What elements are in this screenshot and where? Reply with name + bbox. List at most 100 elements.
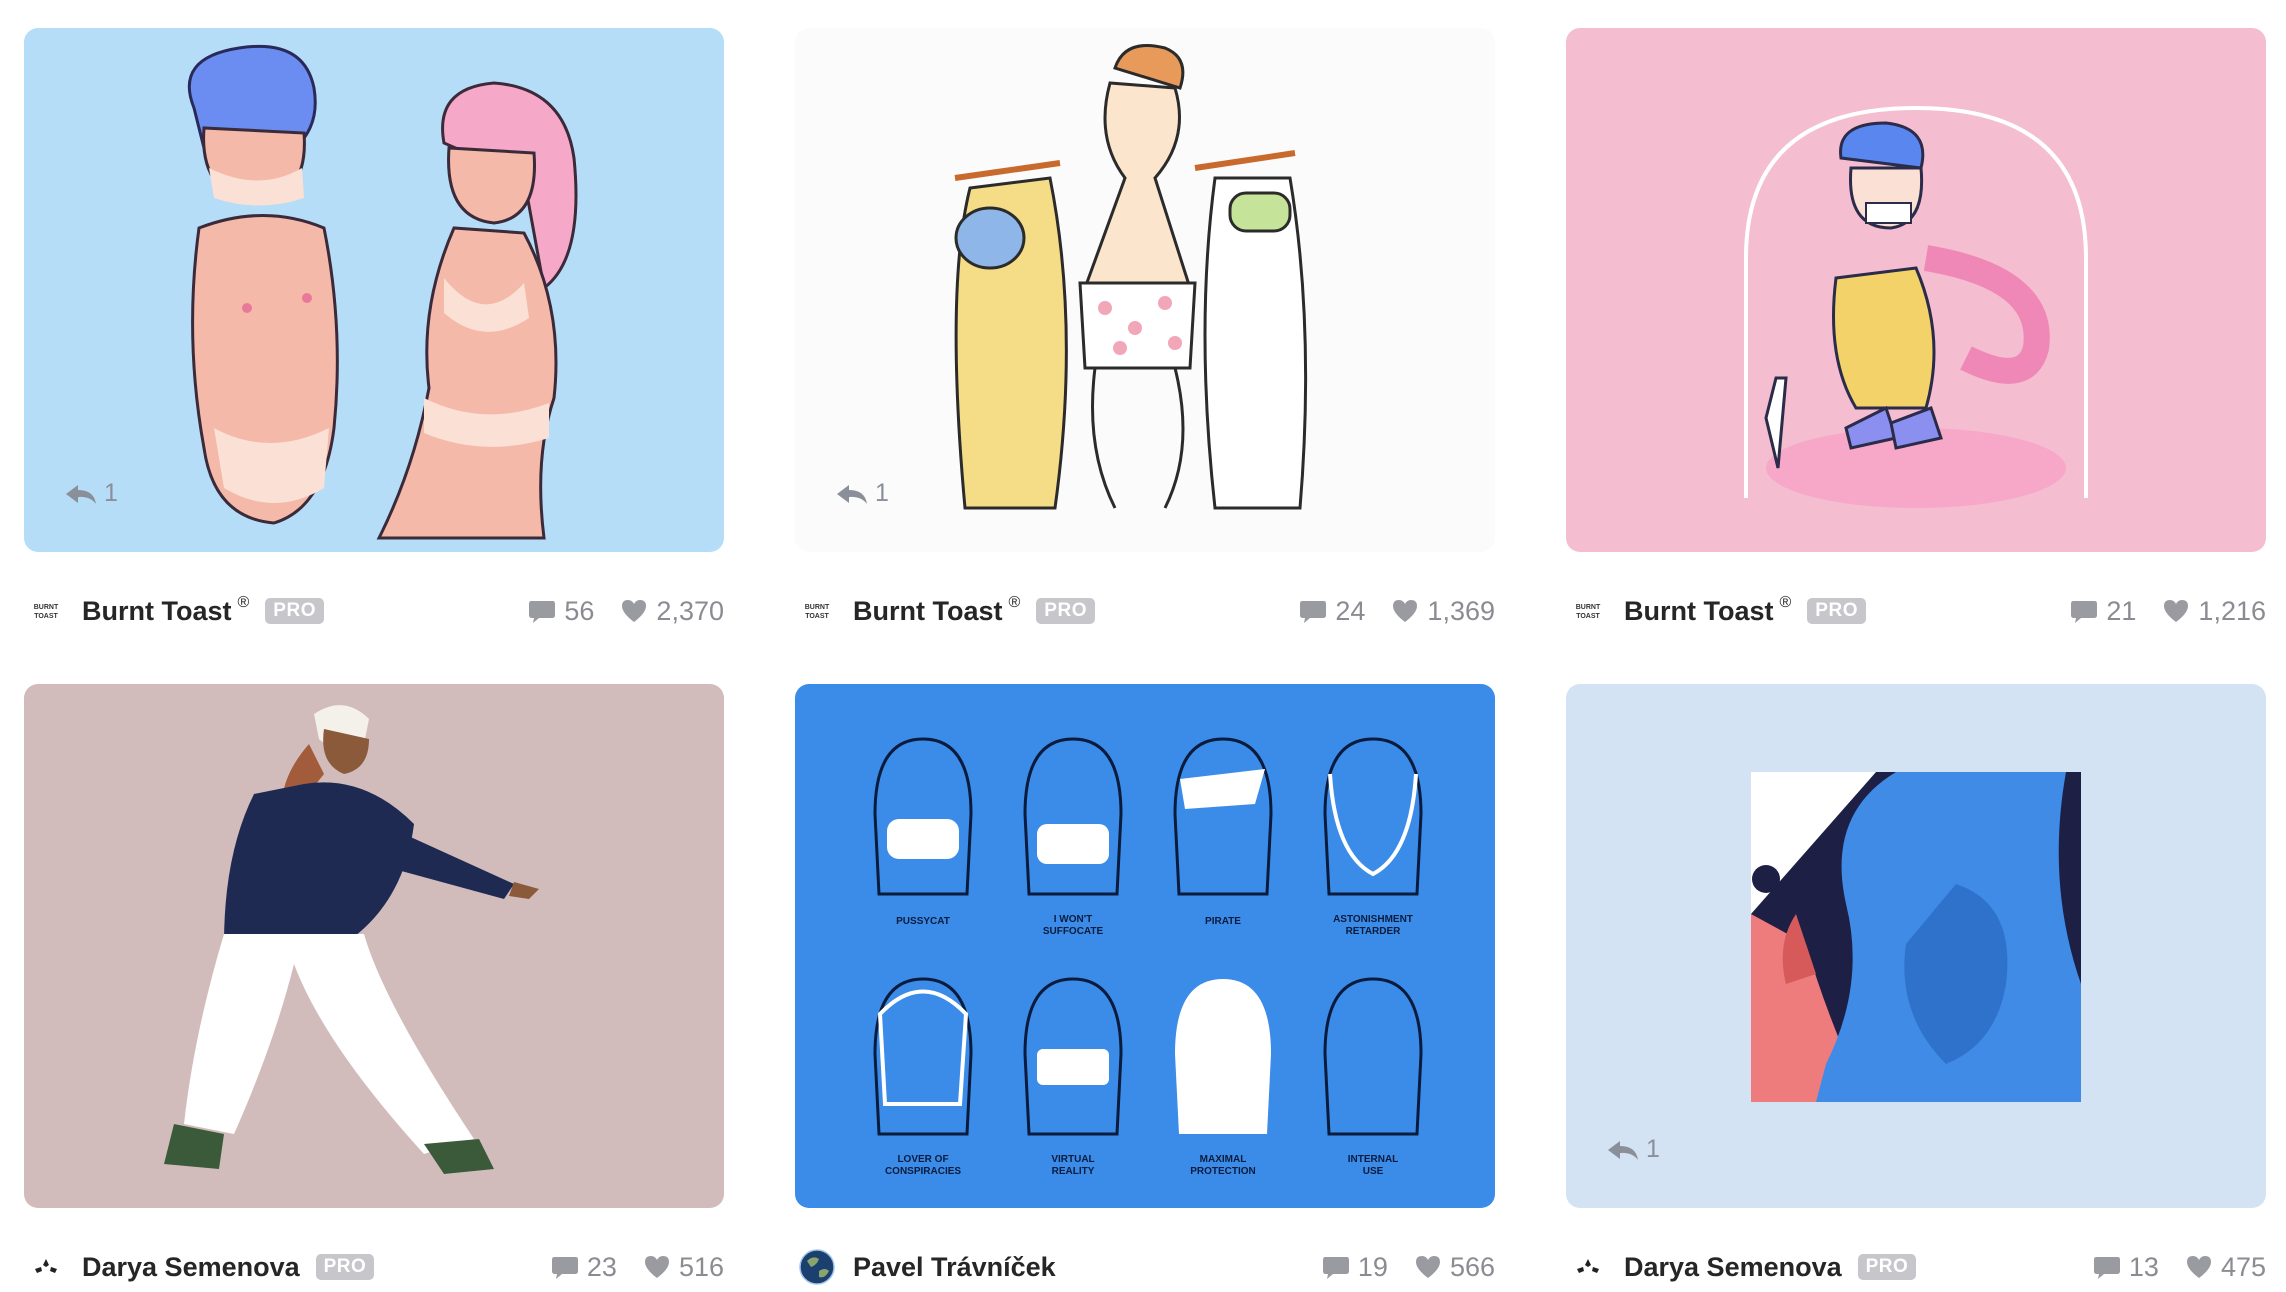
svg-text:BURNT: BURNT <box>34 604 59 611</box>
shot-meta: Darya Semenova PRO 13 475 <box>1566 1242 2266 1292</box>
author-name[interactable]: Darya Semenova <box>82 1252 300 1283</box>
comment-icon <box>1300 601 1327 623</box>
svg-text:TOAST: TOAST <box>805 613 829 620</box>
shot-meta: BURNT TOAST Burnt Toast ® PRO 24 1,369 <box>795 586 1495 636</box>
shot-stats: 13 475 <box>2093 1252 2266 1283</box>
svg-text:BURNT: BURNT <box>805 604 830 611</box>
author-name[interactable]: Pavel Trávníček <box>853 1252 1056 1283</box>
likes-count: 1,216 <box>2198 595 2266 626</box>
comment-icon <box>1322 1257 1349 1279</box>
shot-thumbnail[interactable]: PUSSYCAT I WON'T SUFFOCATE PIRATE ASTONI… <box>795 684 1495 1208</box>
likes-stat[interactable]: 2,370 <box>620 596 724 627</box>
rebound-icon <box>66 484 96 504</box>
comments-count: 13 <box>2128 1251 2159 1282</box>
pro-badge[interactable]: PRO <box>1807 598 1866 624</box>
comments-count: 24 <box>1335 595 1366 626</box>
shot-stats: 24 1,369 <box>1299 596 1495 627</box>
pavel-avatar[interactable] <box>799 1249 835 1285</box>
shot-stats: 21 1,216 <box>2070 596 2266 627</box>
shot-card: 1 BURNT TOAST Burnt Toast ® PRO 56 2,370 <box>24 28 724 626</box>
shot-illustration <box>187 44 578 540</box>
pro-badge[interactable]: PRO <box>315 1254 375 1280</box>
shot-card: Darya Semenova PRO 23 516 <box>24 684 724 1282</box>
likes-count: 475 <box>2220 1251 2266 1282</box>
comments-count: 19 <box>1357 1251 1388 1282</box>
likes-stat[interactable]: 475 <box>2185 1252 2266 1283</box>
svg-text:SUFFOCATE: SUFFOCATE <box>1043 926 1104 937</box>
svg-text:INTERNAL: INTERNAL <box>1348 1154 1399 1165</box>
author-name[interactable]: Burnt Toast <box>82 596 232 627</box>
svg-text:TOAST: TOAST <box>1576 613 1600 620</box>
burnt-toast-avatar[interactable]: BURNT TOAST <box>28 593 64 629</box>
rebound-count-label: 1 <box>1646 1135 1660 1163</box>
author-name[interactable]: Darya Semenova <box>1624 1252 1842 1283</box>
shot-thumbnail[interactable] <box>1566 28 2266 552</box>
shot-meta: Pavel Trávníček 19 566 <box>795 1242 1495 1292</box>
burnt-toast-avatar[interactable]: BURNT TOAST <box>1570 593 1606 629</box>
likes-stat[interactable]: 516 <box>643 1252 724 1283</box>
shot-thumbnail[interactable]: 1 <box>24 28 724 552</box>
rebound-count[interactable]: 1 <box>64 479 118 508</box>
burnt-toast-avatar[interactable]: BURNT TOAST <box>799 593 835 629</box>
darya-avatar[interactable] <box>28 1249 64 1285</box>
svg-text:ASTONISHMENT: ASTONISHMENT <box>1333 914 1413 925</box>
author-name[interactable]: Burnt Toast <box>853 596 1003 627</box>
rebound-count-label: 1 <box>875 479 889 507</box>
likes-count: 2,370 <box>656 595 724 626</box>
likes-stat[interactable]: 1,369 <box>1391 596 1495 627</box>
heart-icon <box>2164 600 2189 622</box>
heart-icon <box>1415 1256 1440 1278</box>
heart-icon <box>2186 1256 2211 1278</box>
registered-mark: ® <box>237 594 250 611</box>
comments-stat[interactable]: 19 <box>1322 1252 1388 1283</box>
rebound-count-label: 1 <box>104 479 118 507</box>
rebound-icon <box>837 484 867 504</box>
heart-icon <box>1393 600 1418 622</box>
shot-illustration <box>954 44 1308 510</box>
comments-stat[interactable]: 24 <box>1299 596 1365 627</box>
comments-stat[interactable]: 23 <box>551 1252 617 1283</box>
darya-avatar[interactable] <box>1570 1249 1606 1285</box>
svg-text:REALITY: REALITY <box>1052 1166 1095 1177</box>
shot-thumbnail[interactable]: 1 <box>795 28 1495 552</box>
likes-stat[interactable]: 1,216 <box>2162 596 2266 627</box>
comments-count: 23 <box>586 1251 617 1282</box>
svg-text:VIRTUAL: VIRTUAL <box>1051 1154 1094 1165</box>
comment-icon <box>2071 601 2098 623</box>
pro-badge[interactable]: PRO <box>1857 1254 1917 1280</box>
shot-thumbnail[interactable] <box>24 684 724 1208</box>
rebound-count[interactable]: 1 <box>835 479 889 508</box>
likes-count: 516 <box>678 1251 724 1282</box>
rebound-icon <box>1608 1140 1638 1160</box>
shot-illustration <box>1751 772 2081 1102</box>
shot-meta: BURNT TOAST Burnt Toast ® PRO 56 2,370 <box>24 586 724 636</box>
registered-mark: ® <box>1779 594 1792 611</box>
shot-meta: Darya Semenova PRO 23 516 <box>24 1242 724 1292</box>
burnt-toast-logo: BURNT TOAST <box>1576 604 1601 620</box>
likes-stat[interactable]: 566 <box>1414 1252 1495 1283</box>
darya-logo <box>35 1259 57 1273</box>
shot-stats: 19 566 <box>1322 1252 1495 1283</box>
rebound-count[interactable]: 1 <box>1606 1135 1660 1164</box>
shot-illustration <box>1744 105 2088 508</box>
svg-text:TOAST: TOAST <box>34 613 58 620</box>
comments-stat[interactable]: 21 <box>2070 596 2136 627</box>
shot-card: BURNT TOAST Burnt Toast ® PRO 21 1,216 <box>1566 28 2266 626</box>
pro-badge[interactable]: PRO <box>265 598 324 624</box>
comments-stat[interactable]: 56 <box>528 596 594 627</box>
heart-icon <box>644 1256 669 1278</box>
svg-text:USE: USE <box>1363 1166 1384 1177</box>
svg-text:I WON'T: I WON'T <box>1054 914 1092 925</box>
comment-icon <box>551 1257 578 1279</box>
shot-illustration <box>164 705 539 1174</box>
shot-thumbnail[interactable]: 1 <box>1566 684 2266 1208</box>
pro-badge[interactable]: PRO <box>1036 598 1095 624</box>
comment-icon <box>2093 1257 2120 1279</box>
author-name[interactable]: Burnt Toast <box>1624 596 1774 627</box>
shot-stats: 23 516 <box>551 1252 724 1283</box>
shot-stats: 56 2,370 <box>528 596 724 627</box>
svg-text:MAXIMAL: MAXIMAL <box>1200 1154 1247 1165</box>
comments-stat[interactable]: 13 <box>2093 1252 2159 1283</box>
svg-text:RETARDER: RETARDER <box>1346 926 1402 937</box>
earth-avatar <box>799 1249 835 1285</box>
